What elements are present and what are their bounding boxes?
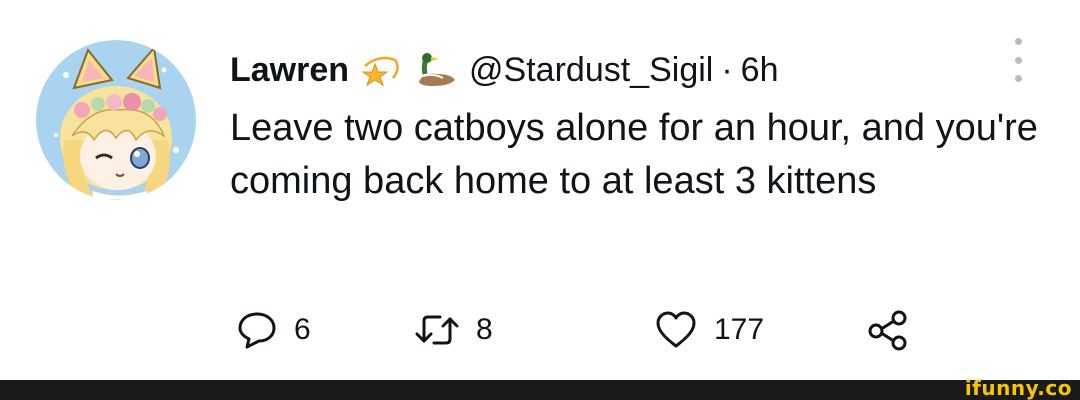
heart-icon: [656, 311, 696, 348]
dizzy-star-emoji-icon: [361, 52, 401, 88]
reply-count: 6: [294, 313, 311, 346]
more-options-button[interactable]: [1006, 38, 1030, 82]
avatar-image: [36, 40, 196, 200]
duck-emoji-icon: [413, 52, 457, 88]
separator-dot: ·: [721, 50, 733, 89]
display-name[interactable]: Lawren: [230, 51, 349, 90]
tweet-actions: 6 8 177: [0, 305, 1080, 355]
dot-icon: [1014, 56, 1022, 64]
share-button[interactable]: [866, 305, 910, 355]
reply-icon: [238, 312, 276, 349]
watermark-bar: ifunny.co: [0, 376, 1080, 400]
like-button[interactable]: 177: [654, 305, 764, 355]
dot-icon: [1014, 75, 1022, 82]
reply-button[interactable]: 6: [236, 305, 311, 355]
retweet-count: 8: [476, 313, 493, 346]
avatar[interactable]: [36, 40, 196, 200]
retweet-icon: [415, 315, 459, 345]
like-count: 177: [714, 313, 765, 346]
retweet-button[interactable]: 8: [414, 305, 493, 355]
tweet-text: Leave two catboys alone for an hour, and…: [230, 107, 1038, 202]
timestamp[interactable]: 6h: [741, 51, 779, 90]
tweet-header: Lawren @Stardust_Sigil · 6h: [230, 42, 779, 98]
share-icon: [868, 310, 907, 351]
ifunny-watermark: ifunny.co: [964, 376, 1072, 400]
dot-icon: [1014, 38, 1022, 45]
user-handle[interactable]: @Stardust_Sigil: [469, 51, 713, 90]
tweet-card[interactable]: Lawren @Stardust_Sigil · 6h Leave two ca…: [0, 0, 1080, 380]
